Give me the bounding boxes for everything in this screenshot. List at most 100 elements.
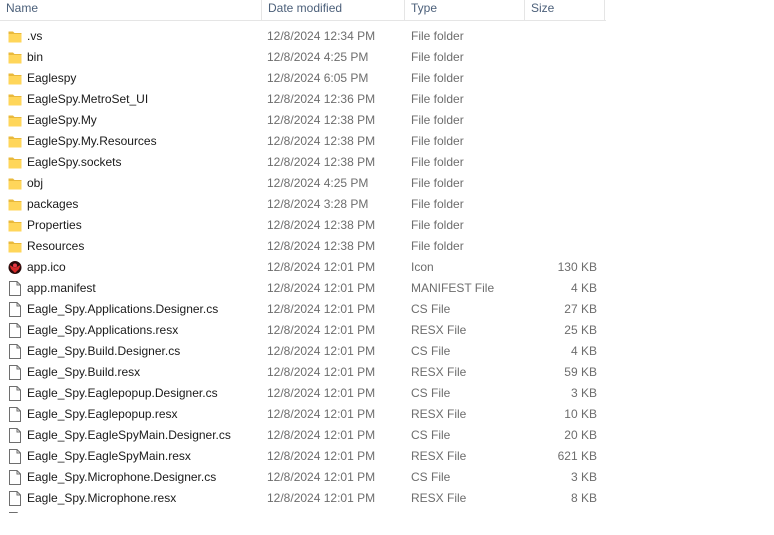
file-date-modified: 12/8/2024 4:25 PM — [267, 176, 369, 190]
file-date-modified: 12/8/2024 12:36 PM — [267, 92, 376, 106]
file-date-modified: 12/8/2024 12:01 PM — [267, 344, 376, 358]
file-row[interactable]: Eagle_Spy.Build.resx 12/8/2024 12:01 PM RE… — [0, 362, 774, 383]
file-row[interactable]: EagleSpy.sockets 12/8/2024 12:38 PM File f… — [0, 152, 774, 173]
file-icon — [8, 281, 22, 296]
file-type: MANIFEST File — [411, 281, 495, 295]
file-date-modified: 12/8/2024 12:38 PM — [267, 218, 376, 232]
file-date-modified: 12/8/2024 12:01 PM — [267, 323, 376, 337]
folder-icon — [8, 71, 22, 86]
file-date-modified: 12/8/2024 12:01 PM — [267, 260, 376, 274]
file-row[interactable]: packages 12/8/2024 3:28 PM File folder — [0, 194, 774, 215]
file-icon — [8, 344, 22, 359]
file-name: app.ico — [27, 260, 66, 274]
file-size: 59 KB — [564, 365, 597, 379]
file-type: File folder — [411, 92, 464, 106]
file-row[interactable]: Properties 12/8/2024 12:38 PM File folder — [0, 215, 774, 236]
file-size: 4 KB — [570, 281, 597, 295]
file-row[interactable]: EagleSpy.My 12/8/2024 12:38 PM File folder — [0, 110, 774, 131]
eagle-logo-icon — [8, 260, 22, 275]
file-size: 130 KB — [557, 260, 597, 274]
file-icon — [8, 491, 22, 506]
file-size: 4 KB — [570, 344, 597, 358]
file-row[interactable]: app.ico 12/8/2024 12:01 PM Icon 130 KB — [0, 257, 774, 278]
folder-icon — [8, 29, 22, 44]
file-size: 621 KB — [557, 449, 597, 463]
file-name: Eagle_Spy.EagleSpyMain.resx — [27, 449, 191, 463]
file-date-modified: 12/8/2024 12:01 PM — [267, 428, 376, 442]
file-name: Eagle_Spy.EagleSpyMain.Designer.cs — [27, 428, 231, 442]
file-row[interactable]: app.manifest 12/8/2024 12:01 PM MANIFEST F… — [0, 278, 774, 299]
file-size: 3 KB — [570, 470, 597, 484]
file-date-modified: 12/8/2024 12:01 PM — [267, 281, 376, 295]
file-row[interactable]: Eagle_Spy.Applications.Designer.cs 12/8/2… — [0, 299, 774, 320]
column-header-name[interactable]: Name — [0, 0, 262, 20]
file-row[interactable]: Eagle_Spy.EagleSpyMain.Designer.cs 12/8/2… — [0, 425, 774, 446]
file-name: Eaglespy — [27, 71, 77, 85]
file-size: 27 KB — [564, 302, 597, 316]
file-type: CS File — [411, 344, 451, 358]
folder-icon — [8, 113, 22, 128]
file-date-modified: 12/8/2024 12:01 PM — [267, 386, 376, 400]
file-row[interactable]: Eagle_Spy.EagleSpyMain.resx 12/8/2024 12:… — [0, 446, 774, 467]
file-row[interactable]: Eagle_Spy.Microphone.resx 12/8/2024 12:01… — [0, 488, 774, 509]
file-row[interactable]: Eagle_Spy.Build.Designer.cs 12/8/2024 12:… — [0, 341, 774, 362]
file-size: 10 KB — [564, 407, 597, 421]
file-date-modified: 12/8/2024 12:01 PM — [267, 407, 376, 421]
file-row[interactable]: EagleSpy.MetroSet_UI 12/8/2024 12:36 PM Fi… — [0, 89, 774, 110]
file-date-modified: 12/8/2024 12:01 PM — [267, 470, 376, 484]
file-name: bin — [27, 50, 44, 64]
file-name: Eagle_Spy.Microphone.resx — [27, 491, 177, 505]
file-name: Resources — [27, 239, 85, 253]
file-type: CS File — [411, 302, 451, 316]
file-type: RESX File — [411, 365, 467, 379]
file-row[interactable]: bin 12/8/2024 4:25 PM File folder — [0, 47, 774, 68]
file-row[interactable]: Resources 12/8/2024 12:38 PM File folder — [0, 236, 774, 257]
file-icon — [8, 323, 22, 338]
file-name: Eagle_Spy.Applications.resx — [27, 323, 179, 337]
file-type: CS File — [411, 470, 451, 484]
file-row[interactable]: Eagle_Spy.Microphone.Designer.cs 12/8/202… — [0, 467, 774, 488]
file-name: Eagle_Spy.Build.resx — [27, 365, 141, 379]
file-icon — [8, 428, 22, 443]
file-date-modified: 12/8/2024 12:34 PM — [267, 29, 376, 43]
file-row[interactable]: Eagle_Spy.Applications.resx 12/8/2024 12:… — [0, 320, 774, 341]
file-date-modified: 12/8/2024 6:05 PM — [267, 71, 369, 85]
file-name: Eagle_Spy.Microphone.Designer.cs — [27, 470, 217, 484]
column-header-date-modified[interactable]: Date modified — [262, 0, 405, 20]
file-list: .vs 12/8/2024 12:34 PM File folder bin 12/8/… — [0, 26, 774, 513]
file-type: RESX File — [411, 449, 467, 463]
file-date-modified: 12/8/2024 4:25 PM — [267, 50, 369, 64]
file-row[interactable]: .vs 12/8/2024 12:34 PM File folder — [0, 26, 774, 47]
file-icon — [8, 449, 22, 464]
file-icon — [8, 365, 22, 380]
file-date-modified: 12/8/2024 12:38 PM — [267, 134, 376, 148]
folder-icon — [8, 176, 22, 191]
file-row[interactable]: EagleSpy.My.Resources 12/8/2024 12:38 PM F… — [0, 131, 774, 152]
file-date-modified: 12/8/2024 12:01 PM — [267, 491, 376, 505]
file-size: 3 KB — [570, 386, 597, 400]
file-type: RESX File — [411, 407, 467, 421]
file-type: File folder — [411, 29, 464, 43]
file-row[interactable]: Eagle_Spy.Eaglepopup.resx 12/8/2024 12:01… — [0, 404, 774, 425]
folder-icon — [8, 218, 22, 233]
folder-icon — [8, 155, 22, 170]
file-type: File folder — [411, 113, 464, 127]
file-date-modified: 12/8/2024 12:01 PM — [267, 449, 376, 463]
file-name: EagleSpy.MetroSet_UI — [27, 92, 149, 106]
column-header-size[interactable]: Size — [525, 0, 605, 20]
folder-icon — [8, 134, 22, 149]
file-date-modified: 12/8/2024 12:01 PM — [267, 302, 376, 316]
file-row[interactable]: Eaglespy 12/8/2024 6:05 PM File folder — [0, 68, 774, 89]
folder-icon — [8, 197, 22, 212]
file-row[interactable]: obj 12/8/2024 4:25 PM File folder — [0, 173, 774, 194]
column-header-type[interactable]: Type — [405, 0, 525, 20]
file-type: Icon — [411, 260, 434, 274]
file-name: Eagle_Spy.Eaglepopup.resx — [27, 407, 178, 421]
file-type: File folder — [411, 239, 464, 253]
file-icon — [8, 407, 22, 422]
file-type: File folder — [411, 50, 464, 64]
file-name: .vs — [27, 29, 43, 43]
file-date-modified: 12/8/2024 12:38 PM — [267, 155, 376, 169]
file-name: Properties — [27, 218, 82, 232]
file-row[interactable]: Eagle_Spy.Eaglepopup.Designer.cs 12/8/202… — [0, 383, 774, 404]
